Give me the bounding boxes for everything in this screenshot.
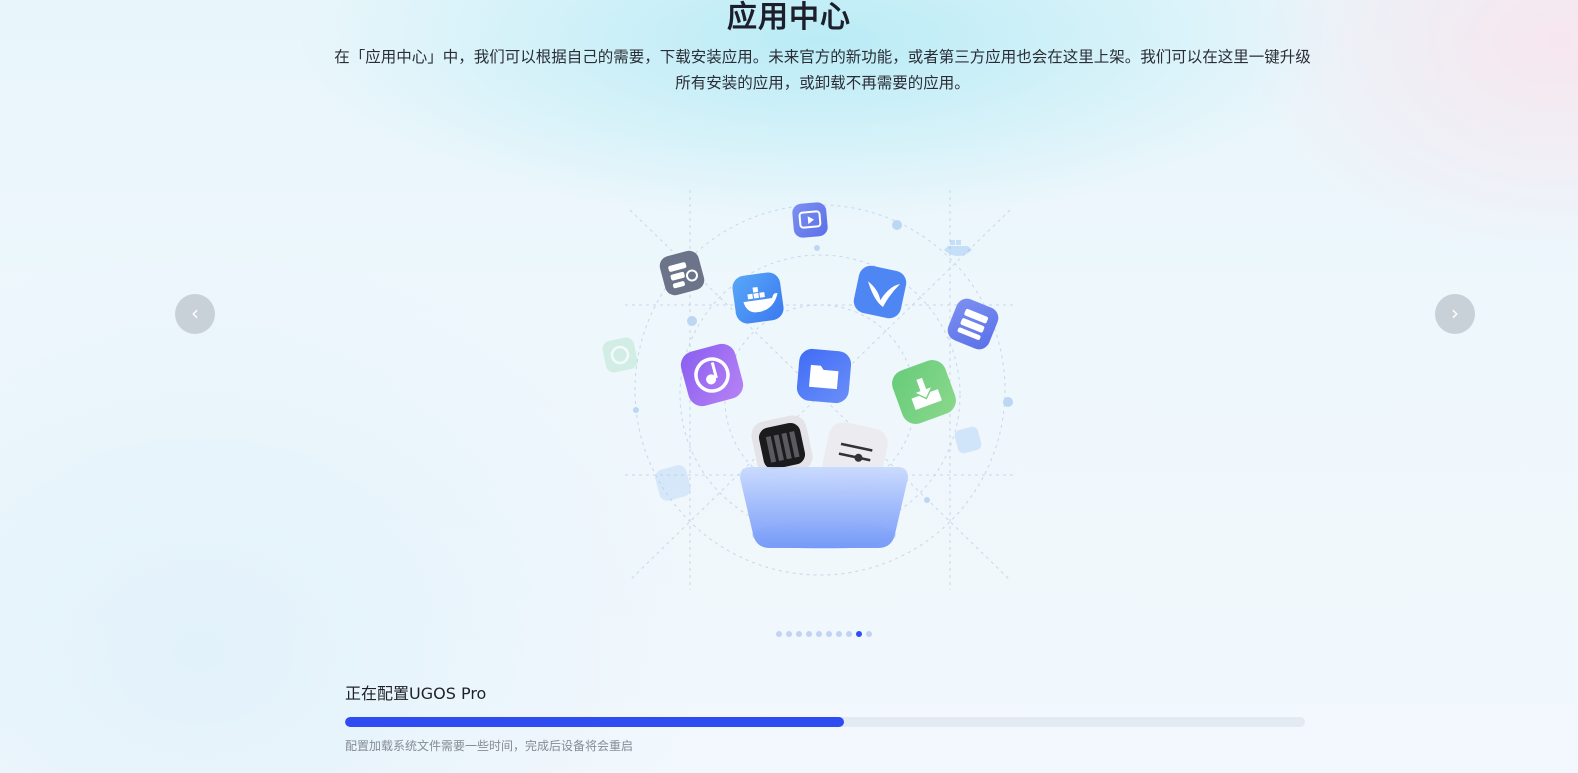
storage-icon [947,298,999,350]
progress-note: 配置加载系统文件需要一些时间，完成后设备将会重启 [345,739,634,753]
sync-icon [602,337,638,373]
progress-bar [345,717,1305,727]
progress-label: 正在配置UGOS Pro [345,684,487,703]
carousel-dot[interactable] [806,631,812,637]
carousel-next-button[interactable]: › [1435,294,1475,334]
video-icon [792,202,828,238]
page-title: 应用中心 [727,0,851,35]
box-icon [740,467,908,549]
carousel-dot[interactable] [776,631,782,637]
carousel-dot[interactable] [796,631,802,637]
carousel-dot[interactable] [846,631,852,637]
carousel-pagination [776,631,872,637]
carousel-prev-button[interactable]: ‹ [175,294,215,334]
carousel-dot[interactable] [836,631,842,637]
music-icon [680,343,744,407]
carousel-dot[interactable] [786,631,792,637]
page-description: 在「应用中心」中，我们可以根据自己的需要，下载安装应用。未来官方的新功能，或者第… [334,48,1311,92]
carousel-dot[interactable] [866,631,872,637]
folder-icon [796,348,852,404]
image-icon [954,426,982,454]
carousel-dot[interactable] [826,631,832,637]
whale-icon [944,240,972,256]
app-center-illustration [602,190,1015,590]
bird-icon [853,265,907,319]
carousel-dot[interactable] [816,631,822,637]
carousel-dot[interactable] [856,631,862,637]
docker-icon [732,272,784,324]
chart-icon [655,465,691,501]
chevron-right-icon: › [1451,301,1459,325]
progress-fill [345,717,845,727]
chevron-left-icon: ‹ [191,301,199,325]
download-icon [892,360,956,424]
